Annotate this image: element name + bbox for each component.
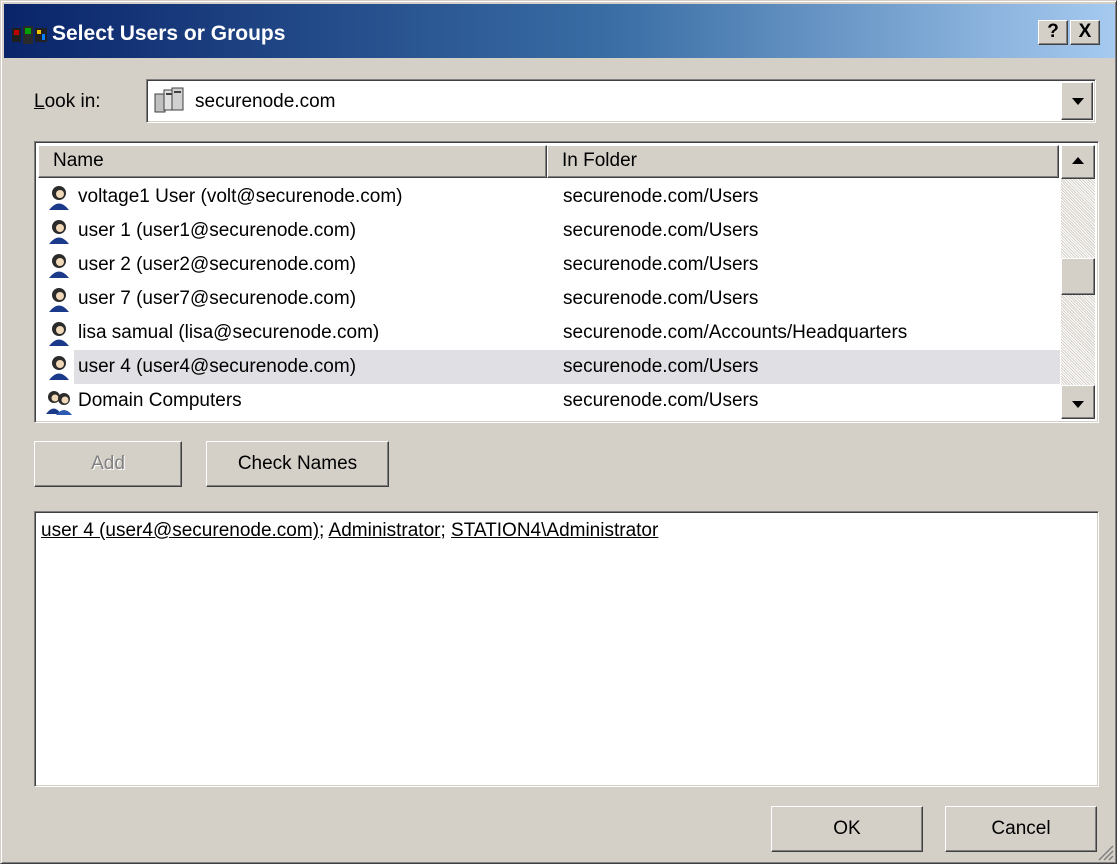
user-icon [49,220,69,244]
check-names-button-label: Check Names [237,453,358,474]
selected-name[interactable]: STATION4\Administrator [451,520,658,541]
list-item[interactable]: lisa samual (lisa@securenode.com) secure… [38,316,1062,350]
row-folder: securenode.com/Users [563,254,759,275]
list-item[interactable]: voltage1 User (volt@securenode.com) secu… [38,180,1062,214]
row-folder: securenode.com/Users [563,390,759,411]
user-icon [49,186,69,210]
row-name: user 2 (user2@securenode.com) [78,254,357,275]
chevron-down-icon [1072,98,1084,105]
row-folder: securenode.com/Users [563,356,759,377]
row-name: user 4 (user4@securenode.com) [78,356,357,377]
user-icon [49,254,69,278]
lookin-label: Look in: [34,91,101,112]
name-separator: ; [440,520,452,541]
scroll-up-button[interactable] [1061,145,1095,179]
cancel-button[interactable]: Cancel [945,806,1097,852]
list-scrollbar[interactable] [1061,145,1095,419]
group-icon [46,391,72,415]
scroll-thumb[interactable] [1061,258,1095,295]
row-name: lisa samual (lisa@securenode.com) [78,322,380,343]
select-users-dialog: Select Users or Groups ? X Look in: secu… [0,0,1117,864]
ok-button-label: OK [833,818,861,839]
add-button-label: Add [91,453,125,474]
help-button[interactable]: ? [1038,20,1068,45]
lookin-label-text: ook in: [44,91,101,112]
help-icon: ? [1047,21,1059,42]
results-list[interactable]: Name In Folder voltage1 User (volt@secur… [34,141,1099,423]
lookin-dropdown[interactable]: securenode.com [146,79,1096,123]
close-icon: X [1078,21,1092,42]
user-icon [49,356,69,380]
scroll-down-button[interactable] [1061,385,1095,419]
cancel-button-label: Cancel [991,818,1051,839]
row-name: user 7 (user7@securenode.com) [78,288,357,309]
row-folder: securenode.com/Users [563,288,759,309]
list-item-selected[interactable]: user 4 (user4@securenode.com) securenode… [38,350,1062,384]
selected-names-field[interactable]: user 4 (user4@securenode.com); Administr… [34,511,1099,787]
user-icon [49,322,69,346]
list-item[interactable]: user 7 (user7@securenode.com) securenode… [38,282,1062,316]
lookin-dropdown-button[interactable] [1061,82,1093,120]
title-bar[interactable]: Select Users or Groups ? X [4,4,1115,58]
list-item[interactable]: user 2 (user2@securenode.com) securenode… [38,248,1062,282]
chevron-up-icon [1072,157,1084,164]
row-name: user 1 (user1@securenode.com) [78,220,357,241]
domain-icon [154,87,184,113]
chevron-down-icon [1072,401,1084,408]
lookin-value: securenode.com [195,91,336,112]
selected-name[interactable]: user 4 (user4@securenode.com) [41,520,319,541]
list-item[interactable]: Domain Computers securenode.com/Users [38,384,1062,418]
add-button[interactable]: Add [34,441,182,487]
name-separator: ; [319,520,329,541]
ok-button[interactable]: OK [771,806,923,852]
list-item[interactable]: user 1 (user1@securenode.com) securenode… [38,214,1062,248]
column-header-folder[interactable]: In Folder [547,145,1059,178]
user-icon [49,288,69,312]
app-icon [12,26,47,44]
row-name: Domain Computers [78,390,242,411]
list-rows: voltage1 User (volt@securenode.com) secu… [38,180,1062,418]
column-header-name[interactable]: Name [38,145,547,178]
resize-grip-icon[interactable] [1096,843,1114,861]
row-name: voltage1 User (volt@securenode.com) [78,186,403,207]
row-folder: securenode.com/Accounts/Headquarters [563,322,908,343]
row-folder: securenode.com/Users [563,220,759,241]
close-button[interactable]: X [1070,20,1100,45]
check-names-button[interactable]: Check Names [206,441,389,487]
row-folder: securenode.com/Users [563,186,759,207]
window-title: Select Users or Groups [52,22,286,45]
selected-name[interactable]: Administrator [329,520,441,541]
